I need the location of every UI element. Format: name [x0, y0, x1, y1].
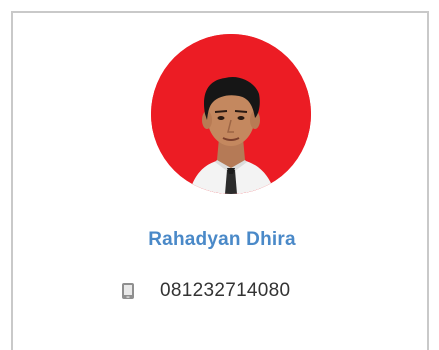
- profile-photo: [151, 34, 311, 194]
- profile-card: Rahadyan Dhira 081232714080: [11, 11, 429, 350]
- person-portrait-image: [151, 34, 311, 194]
- mobile-phone-icon: [120, 282, 136, 300]
- phone-row: 081232714080: [120, 279, 290, 303]
- profile-name[interactable]: Rahadyan Dhira: [13, 229, 431, 251]
- phone-number: 081232714080: [160, 280, 291, 301]
